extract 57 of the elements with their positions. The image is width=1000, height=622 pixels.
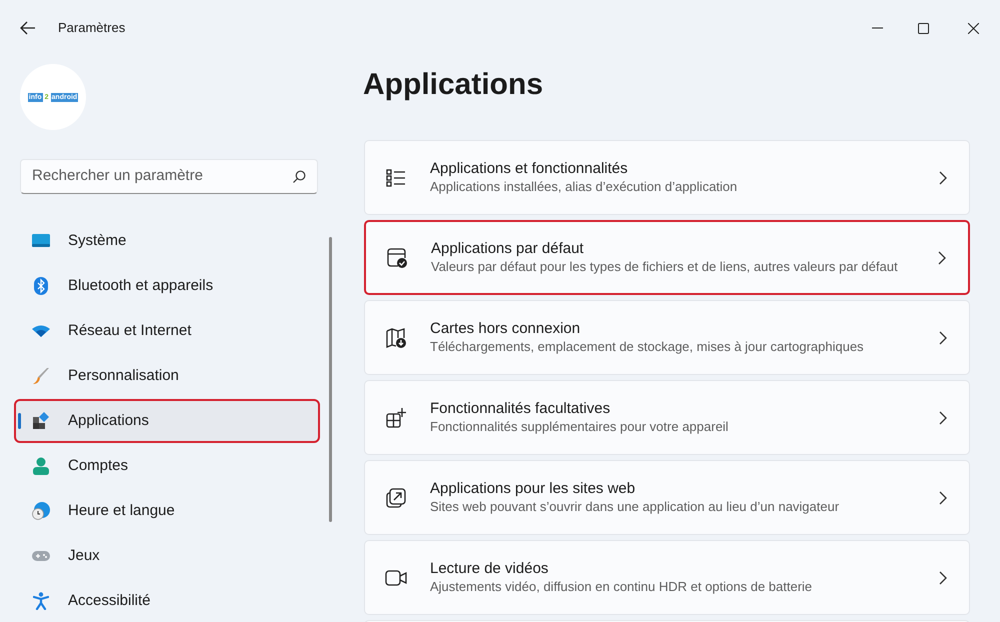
settings-card[interactable]: Applications pour les sites web Sites web pouvant s’ouvrir dans une application au lieu d’un navigateur	[364, 460, 970, 535]
settings-card[interactable]: Cartes hors connexion Téléchargements, emplacement de stockage, mises à jour cartographiques	[364, 300, 970, 375]
globe-clock-icon	[32, 502, 50, 520]
card-title: Applications pour les sites web	[430, 479, 636, 498]
chevron-icon	[939, 570, 947, 584]
map-download-icon	[385, 328, 407, 348]
card-subtitle: Applications installées, alias d’exécution d’application	[430, 178, 738, 196]
sidebar-item[interactable]: Personnalisation	[16, 356, 318, 396]
card-title: Applications et fonctionnalités	[430, 159, 629, 178]
search-input: Rechercher un paramètre	[32, 165, 292, 188]
sidebar-item[interactable]: Jeux	[16, 536, 318, 576]
chevron-icon	[939, 330, 947, 344]
selection-indicator	[18, 413, 21, 429]
search-field[interactable]: Rechercher un paramètre	[20, 159, 318, 194]
paintbrush-icon	[32, 367, 50, 385]
chevron-icon	[939, 490, 947, 504]
card-title: Cartes hors connexion	[430, 319, 582, 338]
chevron-icon	[938, 250, 946, 264]
card-subtitle: Sites web pouvant s’ouvrir dans une application au lieu d’un navigateur	[430, 498, 840, 516]
person-icon	[32, 457, 50, 475]
card-title: Fonctionnalités facultatives	[430, 399, 612, 418]
accessibility-icon	[32, 592, 50, 610]
sidebar-item[interactable]: Bluetooth et appareils	[16, 266, 318, 306]
settings-card[interactable]: Lecture de vidéos Ajustements vidéo, diffusion en continu HDR et options de batterie	[364, 540, 970, 615]
close-icon	[968, 22, 978, 34]
card-subtitle: Fonctionnalités supplémentaires pour votre appareil	[430, 418, 730, 436]
scrollbar[interactable]	[329, 237, 332, 522]
card-title: Applications par défaut	[431, 239, 585, 258]
settings-card[interactable]: Fonctionnalités facultatives Fonctionnalités supplémentaires pour votre appareil	[364, 380, 970, 455]
sidebar-item[interactable]: Système	[16, 221, 318, 261]
sidebar-item[interactable]: Comptes	[16, 446, 318, 486]
search-icon	[292, 170, 306, 184]
window-arrow-icon	[385, 488, 407, 508]
maximize-icon	[918, 22, 928, 34]
chevron-icon	[939, 170, 947, 184]
settings-card[interactable]: Applications et fonctionnalités Applications installées, alias d’exécution d’application	[364, 140, 970, 215]
page-title: Applications	[363, 67, 544, 103]
window-check-icon	[386, 248, 408, 268]
sidebar-item[interactable]: Accessibilité	[16, 581, 318, 621]
settings-card[interactable]: Applications par défaut Valeurs par défaut pour les types de fichiers et de liens, autres valeurs par défaut	[364, 220, 970, 295]
grid-plus-icon	[385, 408, 407, 428]
minimize-icon	[872, 27, 882, 29]
card-subtitle: Ajustements vidéo, diffusion en continu HDR et options de batterie	[430, 578, 814, 596]
chevron-icon	[939, 410, 947, 424]
sidebar-item[interactable]: Heure et langue	[16, 491, 318, 531]
video-camera-icon	[385, 568, 407, 588]
bluetooth-icon	[32, 277, 50, 295]
sidebar-item[interactable]: Réseau et Internet	[16, 311, 318, 351]
back-arrow-icon	[20, 21, 36, 35]
sidebar-item[interactable]: Applications	[16, 401, 318, 441]
window-title: Paramètres	[58, 19, 126, 38]
card-title: Lecture de vidéos	[430, 559, 550, 578]
card-subtitle: Téléchargements, emplacement de stockage, mises à jour cartographiques	[430, 338, 865, 356]
card-subtitle: Valeurs par défaut pour les types de fichiers et de liens, autres valeurs par défaut	[431, 258, 899, 276]
apps-icon	[32, 412, 50, 430]
monitor-icon	[32, 232, 50, 250]
list-icon	[385, 168, 407, 188]
